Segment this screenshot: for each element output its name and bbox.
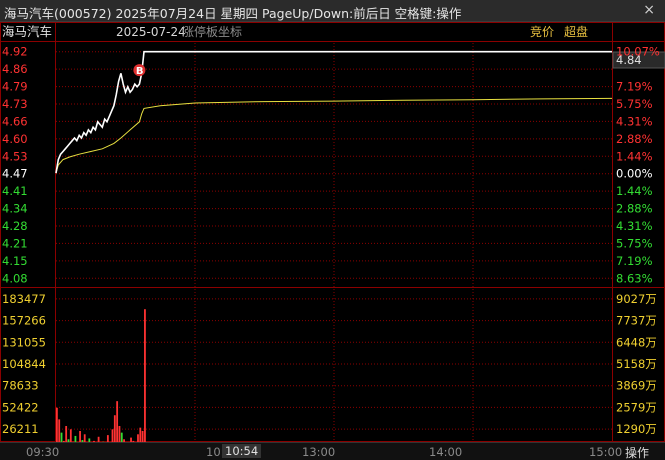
time-tick-label: 13:00 (302, 445, 336, 459)
superboard-button[interactable]: 超盘 (564, 24, 588, 39)
price-tick-label: 4.86 (2, 62, 28, 76)
amount-tick-label: 6448万 (616, 335, 657, 349)
price-tick-label: 4.60 (2, 132, 28, 146)
volume-bar (137, 434, 139, 442)
pct-tick-label: 8.63% (616, 271, 653, 285)
chart-date: 2025-07-24 (116, 25, 186, 39)
grid-layer (56, 43, 612, 440)
window-titlebar: 海马汽车(000572) 2025年07月24日 星期四 PageUp/Down… (0, 0, 665, 22)
pct-tick-label: 7.19% (616, 254, 653, 268)
pct-tick-label: 5.75% (616, 97, 653, 111)
price-tick-label: 4.15 (2, 254, 28, 268)
price-tick-label: 4.73 (2, 97, 28, 111)
volume-bar (60, 432, 63, 442)
price-tick-label: 4.79 (2, 80, 28, 94)
price-tick-label: 4.34 (2, 202, 28, 216)
time-tick-label: 15:00 (589, 445, 623, 459)
amount-tick-label: 2579万 (616, 400, 657, 414)
volume-tick-label: 26211 (2, 422, 39, 436)
price-tick-label: 4.66 (2, 114, 28, 128)
price-tick-label: 4.41 (2, 184, 28, 198)
amount-tick-label: 9027万 (616, 292, 657, 306)
close-icon[interactable]: × (643, 2, 655, 18)
volume-bar (141, 430, 144, 442)
pct-tick-label: 1.44% (616, 149, 653, 163)
volume-bar (139, 427, 142, 442)
operations-button[interactable]: 操作 (625, 444, 649, 460)
volume-bar (79, 430, 81, 442)
price-tick-label: 4.92 (2, 45, 28, 59)
marker-layer: B (133, 64, 146, 77)
volume-bar (111, 429, 114, 442)
price-tick-label: 4.47 (2, 167, 28, 181)
time-axis-footer: 09:3010:3010:5413:0014:0015:00 操作 (0, 442, 665, 460)
volume-bar (144, 309, 146, 442)
volume-layer (56, 309, 146, 442)
volume-bar (106, 435, 109, 442)
pct-tick-label: 5.75% (616, 236, 653, 250)
intraday-chart[interactable]: 海马汽车 2025-07-24 涨停板坐标 竞价 超盘 4.84 4.92 10.… (0, 22, 665, 442)
auction-button[interactable]: 竞价 (530, 25, 554, 39)
volume-bar (58, 419, 61, 442)
amount-tick-label: 5158万 (616, 357, 657, 371)
price-tick-label: 4.28 (2, 219, 28, 233)
volume-bar (65, 426, 68, 442)
amount-tick-label: 1290万 (616, 422, 657, 436)
amount-tick-label: 3869万 (616, 379, 657, 393)
volume-bar (118, 426, 121, 442)
chart-frame (0, 22, 665, 442)
time-tick-label: 14:00 (429, 445, 463, 459)
buy-marker-label: B (136, 66, 144, 77)
axis-labels: 4.92 10.07% 4.86 4.79 7.19% 4.73 5.75% 4.66 4.31… (2, 45, 660, 436)
volume-tick-label: 78633 (2, 379, 39, 393)
price-tick-label: 4.53 (2, 149, 28, 163)
volume-tick-label: 157266 (2, 314, 46, 328)
stock-name: 海马汽车 (2, 24, 52, 39)
pct-tick-label: 7.19% (616, 80, 653, 94)
volume-bar (116, 401, 119, 442)
time-cursor-label: 10:54 (222, 444, 262, 458)
pct-tick-label: 1.44% (616, 184, 653, 198)
volume-tick-label: 183477 (2, 292, 46, 306)
price-tick-label: 4.21 (2, 236, 28, 250)
window-title: 海马汽车(000572) 2025年07月24日 星期四 PageUp/Down… (4, 6, 462, 21)
volume-bar (83, 434, 86, 442)
pct-tick-label: 4.31% (616, 114, 653, 128)
pct-tick-label: 2.88% (616, 202, 653, 216)
time-tick-label: 09:30 (26, 445, 60, 459)
volume-tick-label: 104844 (2, 357, 46, 371)
volume-bar (69, 429, 72, 442)
mode-label: 涨停板坐标 (182, 24, 242, 39)
volume-bar (56, 407, 58, 442)
amount-tick-label: 7737万 (616, 314, 657, 328)
volume-tick-label: 131055 (2, 335, 46, 349)
pct-tick-label: 4.31% (616, 219, 653, 233)
volume-tick-label: 52422 (2, 400, 39, 414)
volume-bar (120, 432, 123, 442)
pct-tick-label: 2.88% (616, 132, 653, 146)
pct-tick-label: 10.07% (616, 45, 660, 59)
price-tick-label: 4.08 (2, 271, 28, 285)
pct-tick-label: 0.00% (616, 167, 653, 181)
volume-bar (113, 415, 116, 442)
